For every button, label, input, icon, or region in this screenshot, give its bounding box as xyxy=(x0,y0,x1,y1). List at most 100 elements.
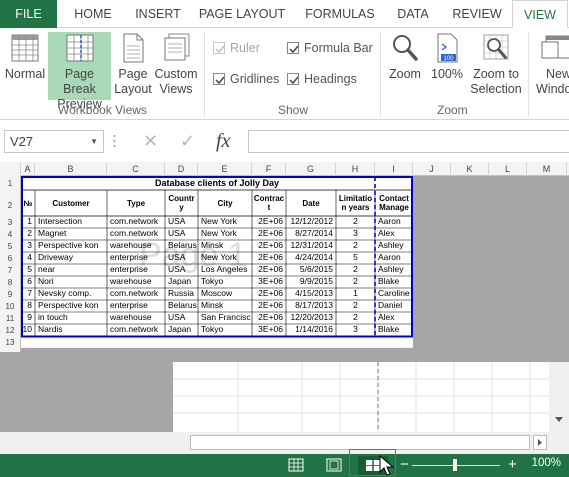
table-cell[interactable]: Nevsky comp. xyxy=(36,288,106,300)
column-header-cell[interactable]: Type xyxy=(107,190,165,216)
cancel-icon[interactable]: ✕ xyxy=(143,130,158,153)
table-cell[interactable]: near xyxy=(36,264,106,276)
normal-view-status-button[interactable] xyxy=(284,456,308,475)
table-cell[interactable]: 1 xyxy=(22,216,34,228)
table-cell[interactable]: 2E+06 xyxy=(253,288,285,300)
table-cell[interactable]: 5/6/2015 xyxy=(287,264,335,276)
table-cell[interactable]: com.network xyxy=(108,216,164,228)
table-cell[interactable]: 4/15/2013 xyxy=(287,288,335,300)
table-cell[interactable]: 6 xyxy=(22,276,34,288)
table-cell[interactable]: Perspective kon xyxy=(36,300,106,312)
table-cell[interactable]: Magnet xyxy=(36,228,106,240)
table-cell[interactable]: Nori xyxy=(36,276,106,288)
table-cell[interactable]: 4/24/2014 xyxy=(287,252,335,264)
table-cell[interactable]: 3 xyxy=(337,228,374,240)
table-cell[interactable]: 3 xyxy=(22,240,34,252)
table-cell[interactable]: Alex xyxy=(376,228,412,240)
row-header[interactable]: 2 xyxy=(0,201,20,210)
table-cell[interactable]: com.network xyxy=(108,324,164,336)
row-header[interactable]: 9 xyxy=(0,290,20,299)
scroll-right-button[interactable] xyxy=(533,435,547,450)
table-cell[interactable]: 9 xyxy=(22,312,34,324)
table-cell[interactable]: 5 xyxy=(337,252,374,264)
tab-page-layout[interactable]: PAGE LAYOUT xyxy=(198,0,286,28)
table-cell[interactable]: 2E+06 xyxy=(253,228,285,240)
table-cell[interactable]: Tokyo xyxy=(199,276,251,288)
insert-function-icon[interactable]: fx xyxy=(216,130,230,153)
tab-view[interactable]: VIEW xyxy=(512,0,568,29)
table-cell[interactable]: 9/9/2015 xyxy=(287,276,335,288)
table-cell[interactable]: in touch xyxy=(36,312,106,324)
column-header[interactable]: C xyxy=(107,162,165,176)
table-cell[interactable]: 8/27/2014 xyxy=(287,228,335,240)
name-box[interactable]: V27 ▼ xyxy=(4,130,104,153)
column-header-cell[interactable]: Countr y xyxy=(165,190,198,216)
table-cell[interactable]: warehouse xyxy=(108,312,164,324)
table-cell[interactable]: 3 xyxy=(337,324,374,336)
row-header[interactable]: 4 xyxy=(0,230,20,239)
table-cell[interactable]: 3E+06 xyxy=(253,276,285,288)
new-window-button[interactable]: New Window xyxy=(532,32,569,100)
column-header-cell[interactable]: Customer xyxy=(35,190,107,216)
table-cell[interactable]: 8 xyxy=(22,300,34,312)
table-cell[interactable]: 2E+06 xyxy=(253,312,285,324)
table-cell[interactable]: 2 xyxy=(337,312,374,324)
tab-insert[interactable]: INSERT xyxy=(130,0,186,28)
table-cell[interactable]: USA xyxy=(166,312,197,324)
select-all-corner[interactable] xyxy=(0,162,21,176)
table-cell[interactable]: Tokyo xyxy=(199,324,251,336)
row-header[interactable]: 12 xyxy=(0,326,20,335)
column-header[interactable]: M xyxy=(527,162,567,176)
column-header[interactable]: I xyxy=(375,162,413,176)
table-cell[interactable]: Driveway xyxy=(36,252,106,264)
table-cell[interactable]: 12/31/2014 xyxy=(287,240,335,252)
table-cell[interactable]: 2E+06 xyxy=(253,216,285,228)
table-cell[interactable]: Caroline xyxy=(376,288,412,300)
zoom-100-button[interactable]: 100 100% xyxy=(428,32,466,100)
zoom-button[interactable]: Zoom xyxy=(386,32,424,100)
normal-view-button[interactable]: Normal xyxy=(3,32,47,100)
row-header[interactable]: 13 xyxy=(0,338,20,347)
table-cell[interactable]: 12/20/2013 xyxy=(287,312,335,324)
enter-icon[interactable]: ✓ xyxy=(180,130,195,153)
column-header-cell[interactable]: № xyxy=(21,190,35,216)
table-cell[interactable]: 2E+06 xyxy=(253,240,285,252)
table-cell[interactable]: Ashley xyxy=(376,264,412,276)
formula-input[interactable] xyxy=(248,130,569,153)
table-cell[interactable]: 2 xyxy=(337,276,374,288)
table-cell[interactable]: 5 xyxy=(22,264,34,276)
chevron-down-icon[interactable]: ▼ xyxy=(90,131,98,152)
page-layout-status-button[interactable] xyxy=(322,456,346,475)
row-header[interactable]: 10 xyxy=(0,302,20,311)
table-cell[interactable]: Ashley xyxy=(376,240,412,252)
column-header[interactable]: L xyxy=(489,162,527,176)
table-cell[interactable]: 2 xyxy=(22,228,34,240)
gridlines-checkbox[interactable]: Gridlines xyxy=(213,71,283,87)
table-cell[interactable]: Aaron xyxy=(376,252,412,264)
table-cell[interactable]: Alex xyxy=(376,312,412,324)
tab-formulas[interactable]: FORMULAS xyxy=(300,0,380,28)
empty-sheet-region[interactable] xyxy=(173,362,569,432)
table-cell[interactable]: 2 xyxy=(337,216,374,228)
row-header[interactable]: 3 xyxy=(0,218,20,227)
table-cell[interactable]: Nardis xyxy=(36,324,106,336)
scroll-down-icon[interactable] xyxy=(549,362,569,432)
table-cell[interactable]: 1 xyxy=(337,288,374,300)
column-header-cell[interactable]: Limitatio n years xyxy=(336,190,375,216)
table-cell[interactable]: enterprise xyxy=(108,300,164,312)
table-cell[interactable]: 2E+06 xyxy=(253,252,285,264)
formula-bar-checkbox[interactable]: Formula Bar xyxy=(287,40,377,56)
horizontal-scrollbar[interactable] xyxy=(190,435,530,450)
page-break-preview-button[interactable]: Page Break Preview xyxy=(48,32,111,111)
table-cell[interactable]: 2 xyxy=(337,240,374,252)
table-cell[interactable]: Russia xyxy=(166,288,197,300)
tab-review[interactable]: REVIEW xyxy=(448,0,506,28)
table-cell[interactable]: 4 xyxy=(22,252,34,264)
tab-home[interactable]: HOME xyxy=(64,0,122,28)
row-header[interactable]: 11 xyxy=(0,314,20,323)
table-cell[interactable]: 2 xyxy=(337,300,374,312)
table-cell[interactable]: Minsk xyxy=(199,300,251,312)
column-header-cell[interactable]: City xyxy=(198,190,252,216)
row-header[interactable]: 5 xyxy=(0,242,20,251)
table-cell[interactable]: Belarus xyxy=(166,300,197,312)
